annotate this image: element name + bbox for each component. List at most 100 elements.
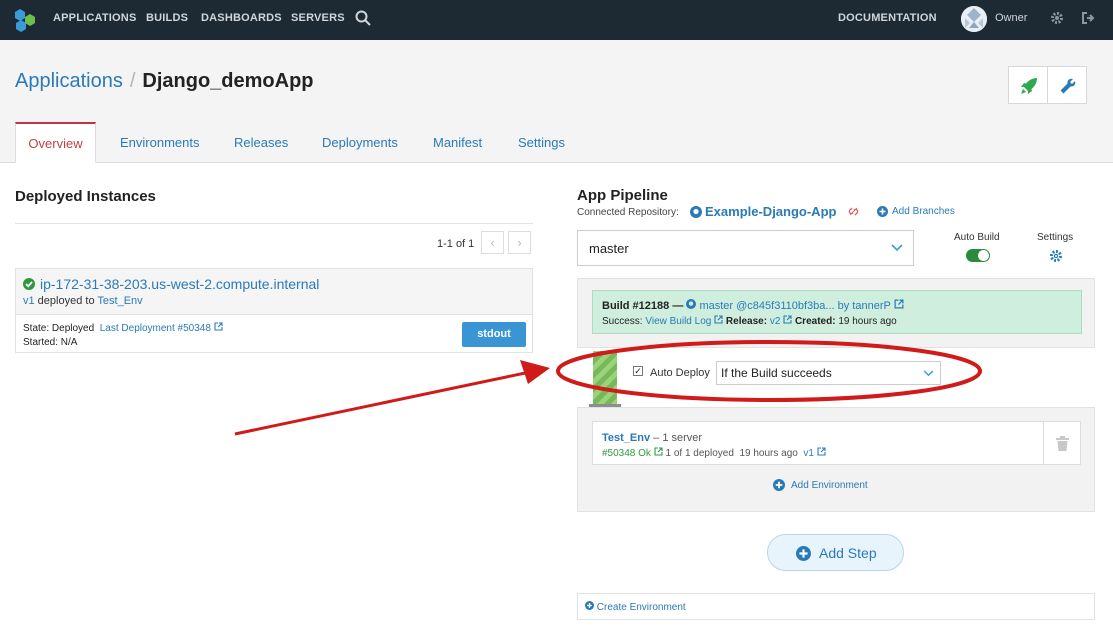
app-logo-icon[interactable] bbox=[13, 8, 37, 32]
instance-state: State: Deployed Last Deployment #50348 bbox=[23, 322, 223, 334]
create-environment-row[interactable]: Create Environment bbox=[577, 593, 1095, 620]
chevron-down-icon bbox=[923, 370, 934, 377]
external-link-icon[interactable] bbox=[214, 322, 223, 331]
avatar[interactable] bbox=[961, 6, 987, 32]
environment-deploy-link[interactable]: #50348 Ok bbox=[602, 448, 651, 459]
tab-deployments[interactable]: Deployments bbox=[322, 122, 398, 163]
instance-deploy-summary: v1 deployed to Test_Env bbox=[23, 295, 143, 307]
check-circle-icon bbox=[23, 278, 35, 290]
logout-icon[interactable] bbox=[1081, 11, 1095, 25]
pipeline-step-connector bbox=[593, 351, 617, 406]
page-header: Applications / Django_demoApp Overview Env… bbox=[0, 40, 1113, 163]
add-environment-link[interactable]: Add Environment bbox=[791, 480, 868, 491]
instance-host-link[interactable]: ip-172-31-38-203.us-west-2.compute.inter… bbox=[40, 276, 319, 292]
gear-icon[interactable] bbox=[1050, 11, 1064, 25]
environment-deployed-count: 1 of 1 deployed bbox=[665, 448, 734, 459]
delete-environment-button[interactable] bbox=[1044, 421, 1081, 465]
add-branches-link[interactable]: Add Branches bbox=[892, 206, 955, 217]
branch-select[interactable]: master bbox=[577, 230, 914, 266]
page-title: Django_demoApp bbox=[142, 70, 314, 92]
environment-step-container: Test_Env – 1 server #50348 Ok 1 of 1 dep… bbox=[577, 407, 1095, 512]
instance-started: Started: N/A bbox=[23, 337, 78, 348]
external-link-icon[interactable] bbox=[817, 447, 826, 456]
connected-repo-label: Connected Repository: bbox=[577, 207, 679, 218]
tab-settings[interactable]: Settings bbox=[518, 122, 565, 163]
environment-deploy-time: 19 hours ago bbox=[739, 448, 798, 459]
settings-wrench-button[interactable] bbox=[1047, 66, 1087, 104]
user-name[interactable]: Owner bbox=[995, 12, 1027, 24]
pager-next-button[interactable]: › bbox=[508, 231, 531, 254]
environment-server-count: – 1 server bbox=[653, 432, 703, 444]
build-number: Build #12188 — bbox=[602, 300, 684, 312]
state-text: State: Deployed bbox=[23, 323, 95, 334]
build-success-label: Success: bbox=[602, 316, 643, 327]
main-content: Deployed Instances 1-1 of 1 ‹ › ip-172-3… bbox=[0, 163, 1113, 630]
build-line-2: Success: View Build Log Release: v2 Crea… bbox=[602, 315, 897, 327]
instance-card-header: ip-172-31-38-203.us-west-2.compute.inter… bbox=[16, 269, 532, 315]
plus-circle-icon[interactable] bbox=[877, 206, 888, 217]
nav-servers[interactable]: SERVERS bbox=[291, 12, 345, 24]
auto-deploy-checkbox[interactable]: ✓ bbox=[633, 366, 643, 376]
add-environment-row: Add Environment bbox=[773, 479, 868, 491]
release-label: Release: bbox=[725, 316, 768, 327]
environment-release-link[interactable]: v1 bbox=[803, 448, 814, 459]
external-link-icon[interactable] bbox=[894, 299, 904, 309]
external-link-icon[interactable] bbox=[714, 315, 723, 324]
auto-build-toggle[interactable] bbox=[966, 249, 990, 262]
stdout-button[interactable]: stdout bbox=[462, 322, 526, 347]
external-link-icon[interactable] bbox=[654, 447, 663, 456]
create-environment-link[interactable]: Create Environment bbox=[597, 602, 686, 613]
plus-circle-icon bbox=[585, 601, 594, 610]
auto-build-label: Auto Build bbox=[954, 232, 1000, 243]
breadcrumb: Applications / Django_demoApp bbox=[15, 70, 314, 93]
breadcrumb-separator: / bbox=[129, 70, 136, 92]
repo-name-link[interactable]: Example-Django-App bbox=[705, 204, 836, 219]
trash-icon bbox=[1056, 436, 1069, 451]
unlink-icon[interactable] bbox=[848, 206, 859, 217]
github-icon bbox=[686, 299, 697, 309]
chevron-down-icon bbox=[891, 244, 903, 252]
environment-card: Test_Env – 1 server #50348 Ok 1 of 1 dep… bbox=[592, 421, 1044, 465]
rocket-icon bbox=[1021, 78, 1037, 94]
plus-circle-icon bbox=[796, 546, 811, 561]
auto-deploy-condition-select[interactable]: If the Build succeeds bbox=[716, 361, 941, 385]
breadcrumb-applications-link[interactable]: Applications bbox=[15, 70, 123, 92]
gear-icon[interactable] bbox=[1049, 249, 1063, 263]
build-created-time: 19 hours ago bbox=[838, 316, 897, 327]
tab-environments[interactable]: Environments bbox=[120, 122, 199, 163]
build-commit-link[interactable]: master @c845f3110bf3ba... bbox=[699, 300, 834, 312]
deploy-rocket-button[interactable] bbox=[1008, 66, 1048, 104]
github-icon bbox=[690, 206, 702, 218]
search-icon[interactable] bbox=[355, 10, 371, 26]
last-deployment-link[interactable]: Last Deployment #50348 bbox=[100, 323, 211, 334]
nav-applications[interactable]: APPLICATIONS bbox=[53, 12, 136, 24]
environment-name-link[interactable]: Test_Env bbox=[602, 432, 650, 444]
nav-builds[interactable]: BUILDS bbox=[146, 12, 188, 24]
pager-prev-button[interactable]: ‹ bbox=[481, 231, 504, 254]
add-step-button[interactable]: Add Step bbox=[767, 534, 904, 571]
wrench-icon bbox=[1060, 78, 1076, 94]
tab-overview[interactable]: Overview bbox=[15, 122, 96, 163]
build-line-1: Build #12188 — master @c845f3110bf3ba...… bbox=[602, 299, 904, 312]
branch-select-value: master bbox=[589, 241, 629, 256]
view-build-log-link[interactable]: View Build Log bbox=[645, 316, 711, 327]
instance-card: ip-172-31-38-203.us-west-2.compute.inter… bbox=[15, 268, 533, 353]
environment-line-1: Test_Env – 1 server bbox=[602, 432, 702, 444]
nav-dashboards[interactable]: DASHBOARDS bbox=[201, 12, 282, 24]
plus-circle-icon[interactable] bbox=[773, 479, 785, 491]
top-navigation-bar: APPLICATIONS BUILDS DASHBOARDS SERVERS D… bbox=[0, 0, 1113, 40]
tab-releases[interactable]: Releases bbox=[234, 122, 288, 163]
build-step-container: Build #12188 — master @c845f3110bf3ba...… bbox=[577, 278, 1095, 348]
app-pipeline-title: App Pipeline bbox=[577, 187, 668, 204]
nav-documentation[interactable]: DOCUMENTATION bbox=[838, 12, 937, 24]
build-release-link[interactable]: v2 bbox=[770, 316, 781, 327]
environment-line-2: #50348 Ok 1 of 1 deployed 19 hours ago v… bbox=[602, 447, 826, 459]
instance-env-link[interactable]: Test_Env bbox=[97, 295, 142, 307]
deployed-to-text: deployed to bbox=[34, 295, 98, 307]
tab-manifest[interactable]: Manifest bbox=[433, 122, 482, 163]
created-label: Created: bbox=[794, 316, 836, 327]
instance-release-link[interactable]: v1 bbox=[23, 295, 35, 307]
build-author-link[interactable]: by tannerP bbox=[838, 300, 891, 312]
external-link-icon[interactable] bbox=[783, 315, 792, 324]
auto-deploy-label: Auto Deploy bbox=[650, 367, 710, 379]
